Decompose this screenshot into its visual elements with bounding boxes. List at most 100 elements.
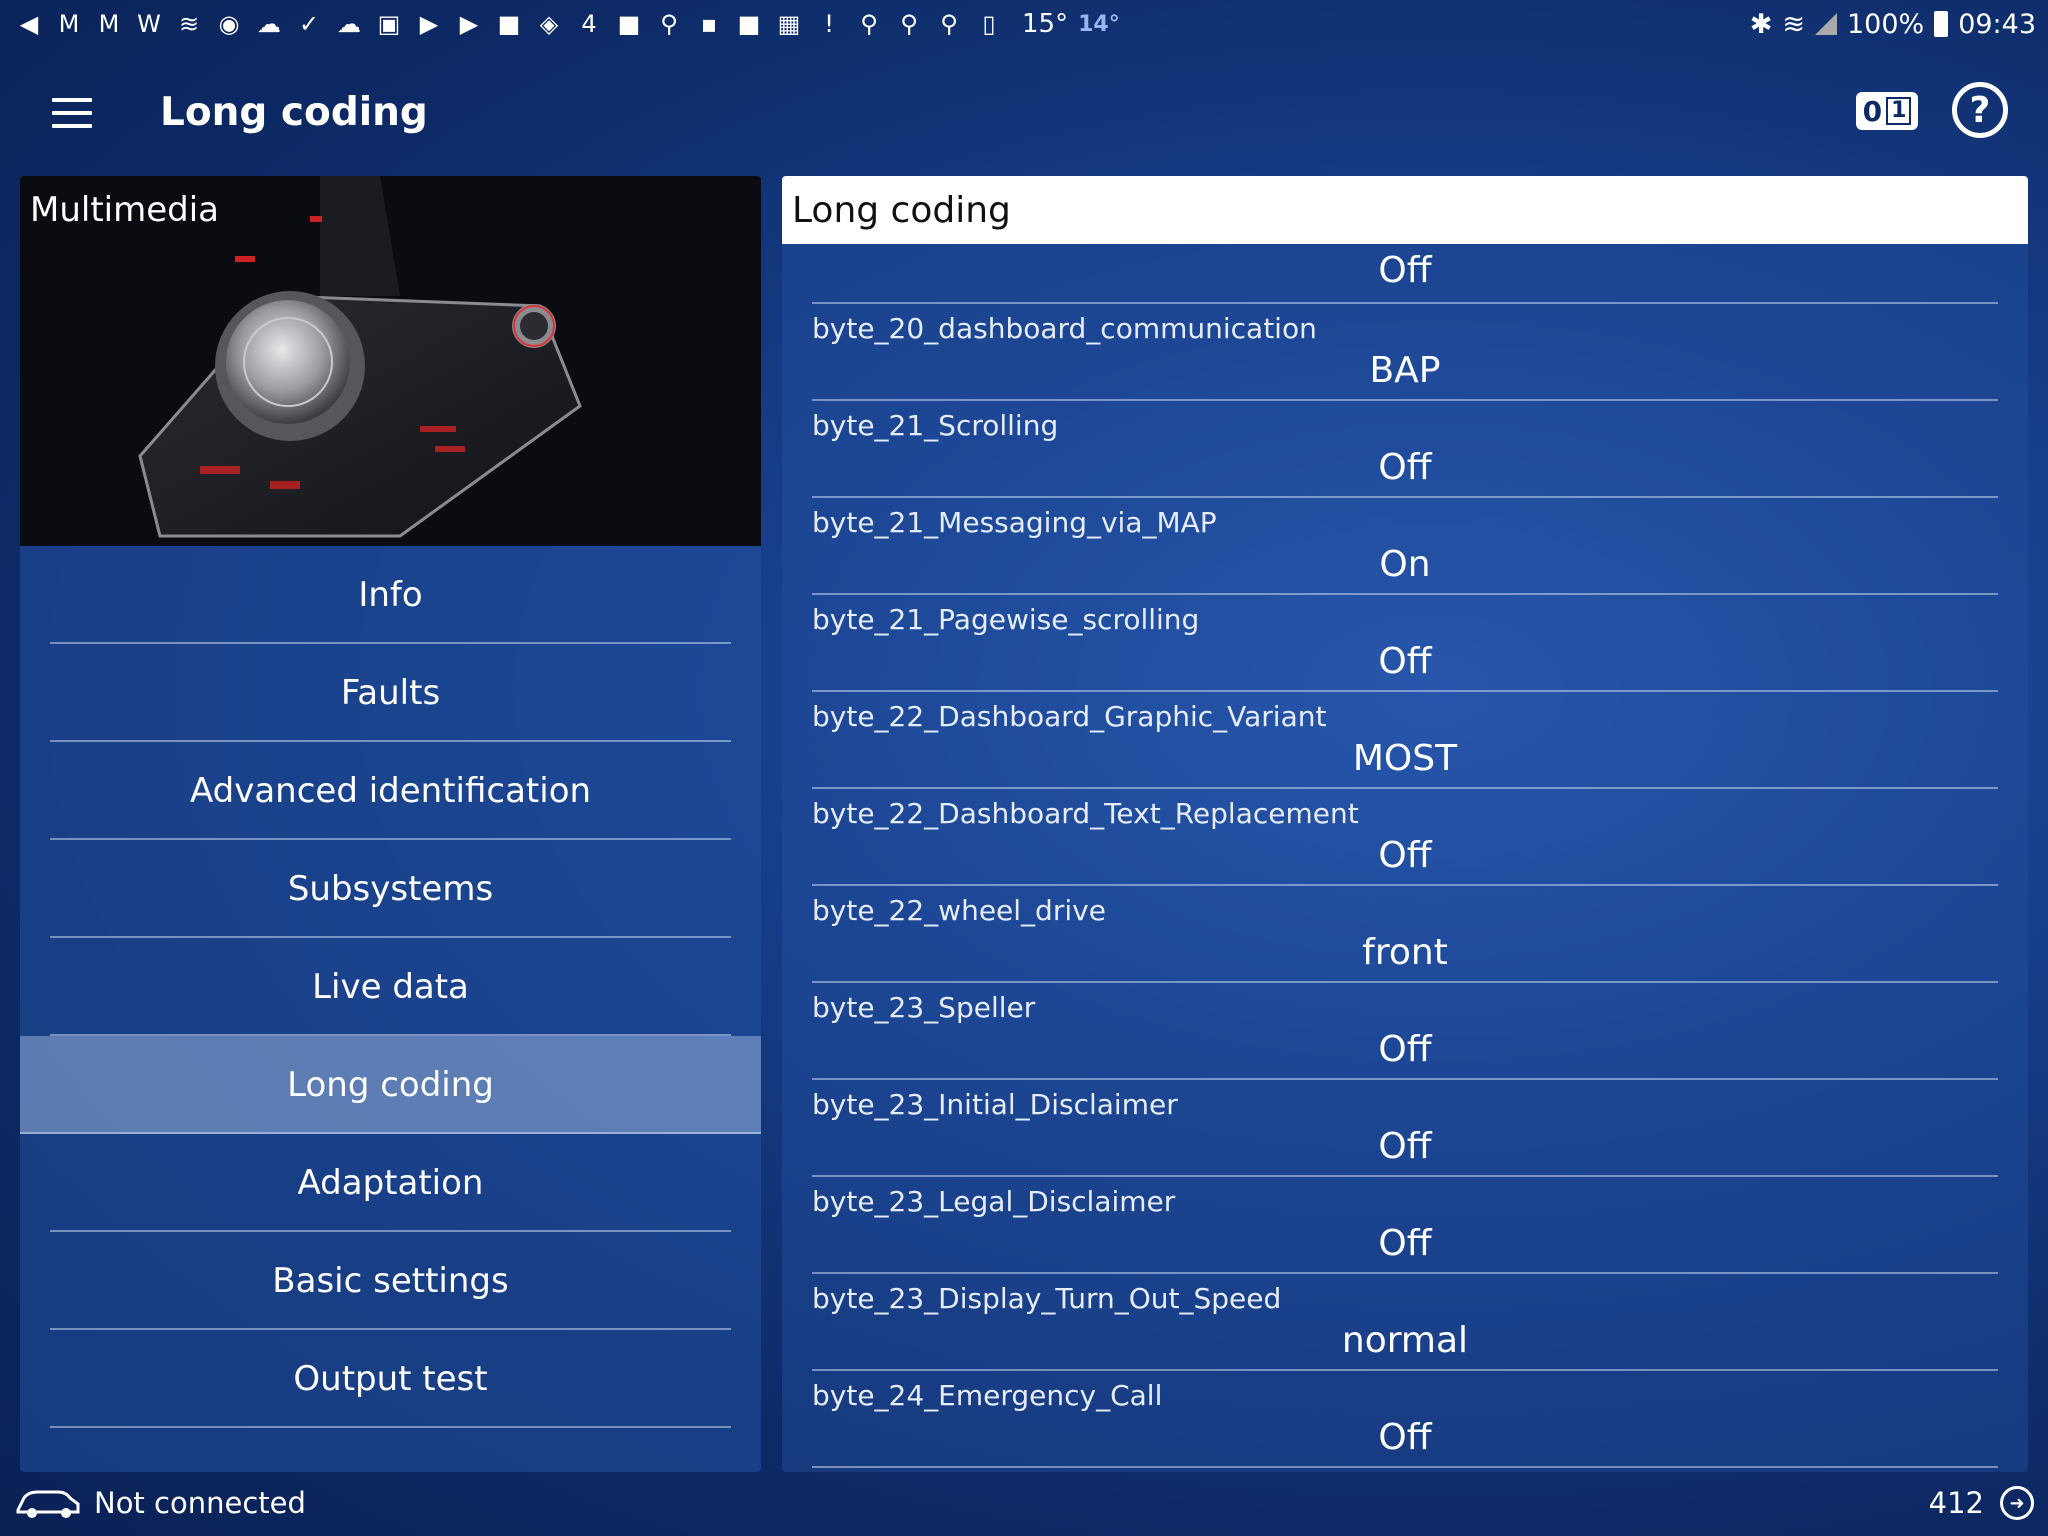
connect-icon[interactable]: ➜ [2000,1486,2034,1520]
menu-item-subsystems[interactable]: Subsystems [20,840,761,938]
temperature-secondary: 14° [1078,11,1120,37]
coding-row[interactable]: byte_21_Pagewise_scrolling Off [782,595,2028,692]
hamburger-menu-icon[interactable] [52,98,92,128]
module-image: Multimedia [20,176,761,546]
phone-icon: ▯ [982,10,996,38]
coding-row[interactable]: byte_21_Scrolling Off [782,401,2028,498]
battery-percent: 100% [1846,8,1925,40]
coding-value: Off [1378,1223,1432,1264]
coding-panel-header: Long coding [782,176,2028,244]
notification-icons: ◀ M M W ≋ ◉ ☁ ✓ ☁ ▣ ▶ ▶ ■ ◈ 4 ■ ⚲ ▪ ■ ▦ … [0,9,1120,39]
help-symbol: ? [1969,89,1991,131]
map-pin-icon: ⚲ [660,10,678,38]
coding-value: Off [1378,447,1432,488]
coding-value: Off [1378,835,1432,876]
coding-name: byte_21_Messaging_via_MAP [812,506,1217,539]
connection-status: Not connected [94,1486,306,1520]
alert-icon: ! [824,10,834,38]
bluetooth-icon: ✱ [1749,8,1773,40]
coding-value: Off [1378,1126,1432,1167]
module-panel: Multimedia Info Faults Advanced identifi… [20,176,761,1472]
coding-row[interactable]: byte_22_Dashboard_Graphic_Variant MOST [782,692,2028,789]
layers-icon: ≋ [178,10,200,38]
globe-icon: ◉ [218,10,240,38]
coding-name: byte_23_Speller [812,991,1036,1024]
wifi-icon: ≋ [1782,8,1805,40]
binary-view-icon[interactable]: 0 1 [1856,92,1918,130]
w-icon: W [137,10,161,38]
coding-value: MOST [1352,738,1458,779]
menu-item-adaptation[interactable]: Adaptation [20,1134,761,1232]
youtube-icon: ▶ [459,10,479,38]
news-icon: ▪ [700,10,718,38]
binary-digit-0: 0 [1862,94,1883,128]
coding-row[interactable]: byte_20_dashboard_communication BAP [782,304,2028,401]
mmi-controller-photo [20,176,761,546]
menu-item-basic-settings[interactable]: Basic settings [20,1232,761,1330]
coding-value: Off [1378,1417,1432,1458]
coding-row[interactable]: byte_23_Legal_Disclaimer Off [782,1177,2028,1274]
map-pin-icon: ⚲ [860,10,878,38]
module-menu: Info Faults Advanced identification Subs… [20,546,761,1428]
coding-name: byte_21_Scrolling [812,409,1059,442]
map-pin-icon: ⚲ [940,10,958,38]
help-icon[interactable]: ? [1952,82,2008,138]
map-pin-icon: ⚲ [900,10,918,38]
clock: 09:43 [1958,8,2036,40]
calendar-icon: ▦ [777,10,801,38]
flipboard-icon: ■ [497,10,521,38]
coding-value: BAP [1369,350,1441,391]
coding-row[interactable]: byte_23_Initial_Disclaimer Off [782,1080,2028,1177]
coding-name: byte_22_Dashboard_Text_Replacement [812,797,1359,830]
coding-name: byte_20_dashboard_communication [812,312,1317,345]
menu-item-faults[interactable]: Faults [20,644,761,742]
status-bar: ◀ M M W ≋ ◉ ☁ ✓ ☁ ▣ ▶ ▶ ■ ◈ 4 ■ ⚲ ▪ ■ ▦ … [0,0,2048,48]
gmail-icon: M [98,10,120,38]
coding-value: front [1362,932,1448,973]
coding-panel: Long coding Off byte_20_dashboard_commun… [782,176,2028,1472]
gmail-icon: M [58,10,80,38]
coding-value: Off [1378,641,1432,682]
counter: 412 [1928,1486,1984,1520]
coding-row[interactable]: byte_22_Dashboard_Text_Replacement Off [782,789,2028,886]
coding-value: On [1379,544,1431,585]
check-icon: ✓ [298,10,320,38]
flipboard-icon: ■ [737,10,761,38]
coding-row[interactable]: byte_24_Emergency_Call Off [782,1371,2028,1468]
coding-row[interactable]: byte_23_Speller Off [782,983,2028,1080]
signal-icon [1814,13,1837,35]
coding-name: byte_22_Dashboard_Graphic_Variant [812,700,1327,733]
photo-icon: ▣ [377,10,401,38]
car-icon [16,1490,80,1518]
menu-item-long-coding[interactable]: Long coding [20,1036,761,1134]
coding-row[interactable]: byte_22_wheel_drive front [782,886,2028,983]
coding-value: normal [1341,1320,1469,1361]
coding-list[interactable]: Off byte_20_dashboard_communication BAP … [782,244,2028,1468]
coding-name: byte_23_Legal_Disclaimer [812,1185,1176,1218]
binary-digit-1: 1 [1886,97,1912,125]
coding-name: byte_23_Initial_Disclaimer [812,1088,1178,1121]
youtube-icon: ▶ [419,10,439,38]
coding-value: Off [1378,1029,1432,1070]
footer-bar: Not connected 412 ➜ [0,1472,2048,1536]
module-title: Multimedia [30,190,220,230]
coding-name: byte_21_Pagewise_scrolling [812,603,1200,636]
volume-icon: ◀ [19,10,39,38]
system-status: ✱ ≋ 100% 09:43 [1750,0,2036,48]
cloud-icon: ☁ [337,10,361,38]
menu-item-output-test[interactable]: Output test [20,1330,761,1428]
coding-name: byte_24_Emergency_Call [812,1379,1163,1412]
location-icon: ◈ [539,10,559,38]
coding-row[interactable]: byte_21_Messaging_via_MAP On [782,498,2028,595]
menu-item-live-data[interactable]: Live data [20,938,761,1036]
coding-name: byte_22_wheel_drive [812,894,1106,927]
coding-row[interactable]: byte_23_Display_Turn_Out_Speed normal [782,1274,2028,1371]
flipboard-icon: ■ [617,10,641,38]
menu-item-advanced-identification[interactable]: Advanced identification [20,742,761,840]
cloud-sync-icon: ☁ [257,10,281,38]
coding-value: Off [1378,250,1432,291]
battery-icon [1934,11,1949,37]
menu-item-info[interactable]: Info [20,546,761,644]
app-bar: Long coding 0 1 ? [0,48,2048,180]
coding-row-partial[interactable]: Off [782,244,2028,304]
